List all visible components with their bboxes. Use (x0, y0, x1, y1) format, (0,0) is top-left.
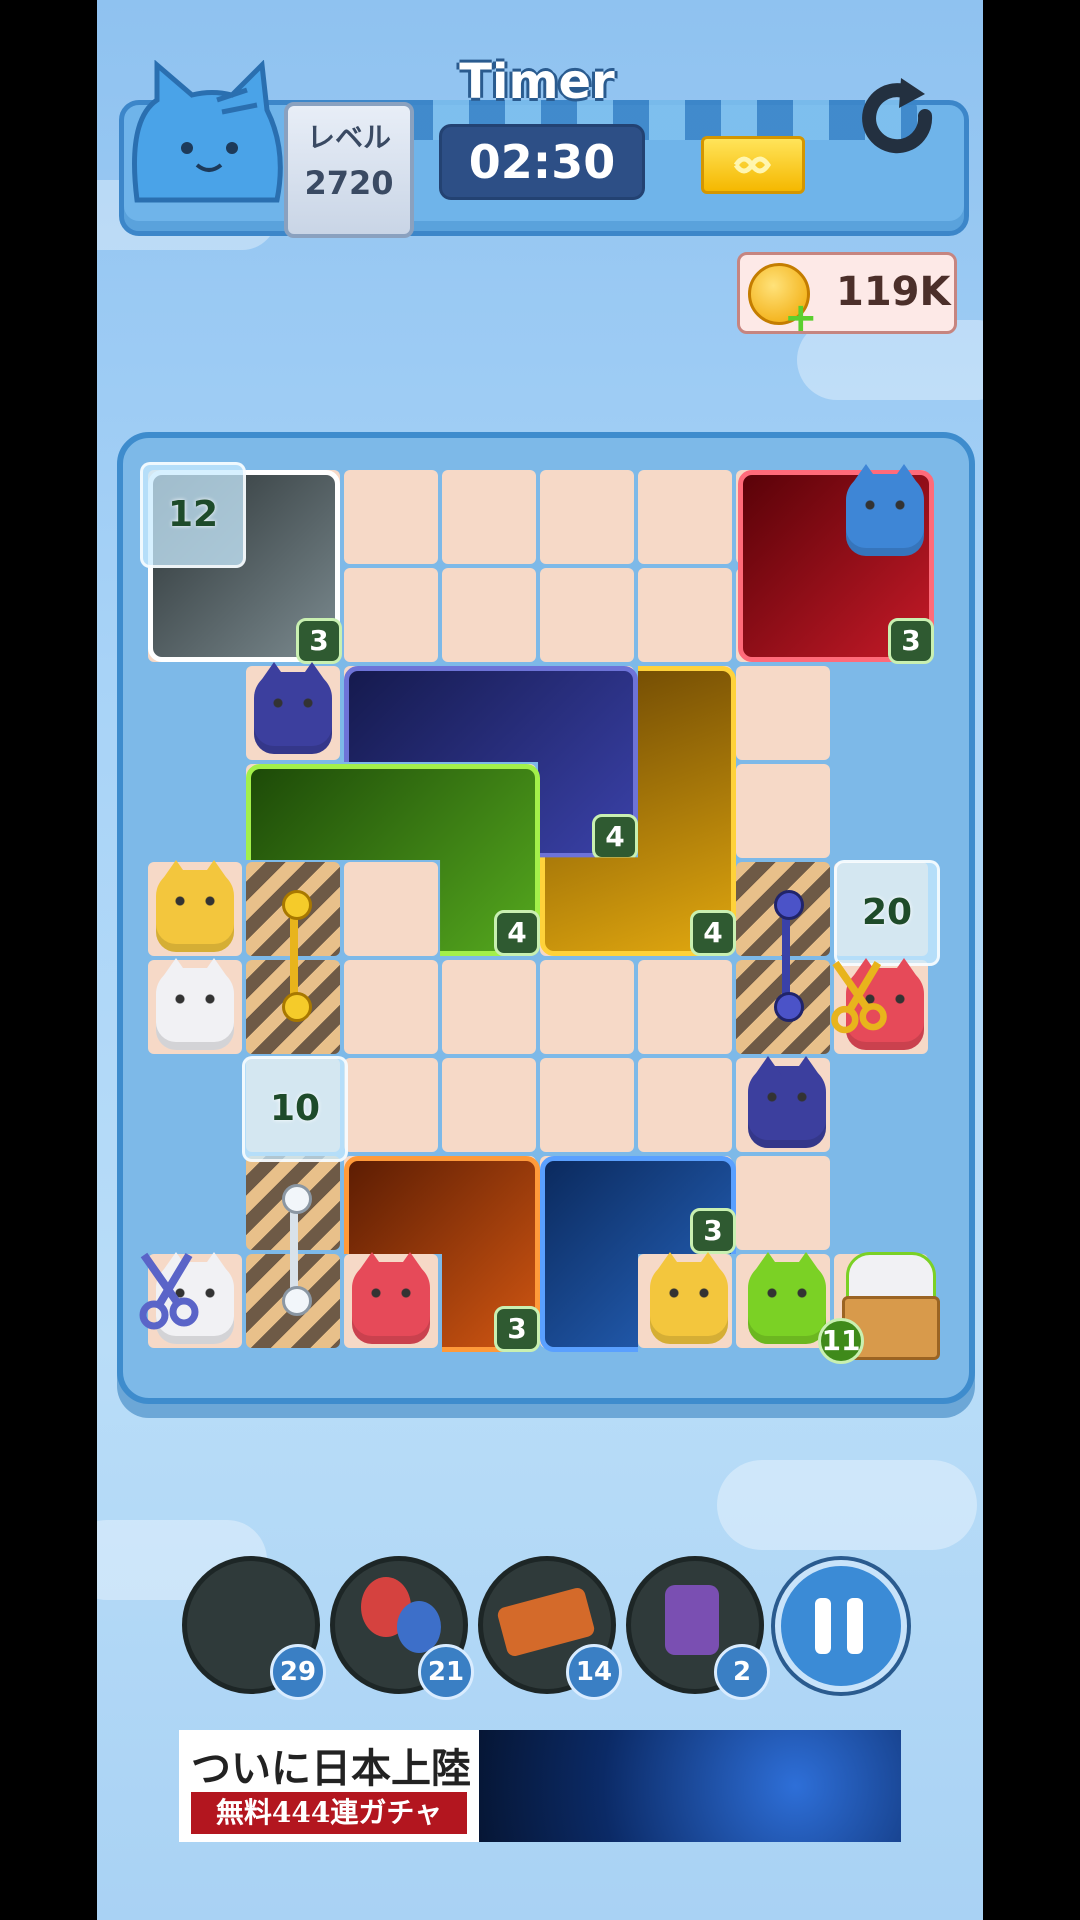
yellow-cat[interactable] (156, 860, 234, 952)
blue-cat[interactable] (846, 464, 924, 556)
grid-cell (344, 470, 438, 564)
level-indicator: レベル 2720 (284, 102, 414, 238)
grid-cell (736, 1156, 830, 1250)
cat-mascot-icon (132, 60, 283, 203)
ad-subline: 無料444連ガチャ (191, 1792, 467, 1834)
pause-icon (847, 1598, 863, 1654)
grid-cell (344, 1058, 438, 1152)
add-coins-icon[interactable]: + (784, 295, 818, 341)
pause-icon (815, 1598, 831, 1654)
grid-cell (736, 666, 830, 760)
gold-block-count: 4 (690, 910, 736, 956)
level-number: 2720 (304, 164, 394, 202)
grid-cell (540, 960, 634, 1054)
coin-balance[interactable]: + 119K (737, 252, 957, 341)
red-cat[interactable] (352, 1252, 430, 1344)
ad-banner[interactable]: ついに日本上陸 無料444連ガチャ (179, 1730, 901, 1842)
grid-cell (442, 568, 536, 662)
pause-button[interactable] (775, 1560, 907, 1692)
grid-cell (442, 470, 536, 564)
yellow-cat[interactable] (650, 1252, 728, 1344)
green-cat[interactable] (748, 1252, 826, 1344)
ad-headline: ついに日本上陸 (191, 1745, 471, 1792)
grid-cell (736, 764, 830, 858)
blue-block-count: 3 (690, 1208, 736, 1254)
gray-block-count: 3 (296, 618, 342, 664)
grid-cell (540, 470, 634, 564)
grid-cell (638, 1058, 732, 1152)
scissors-icon[interactable] (826, 958, 892, 1034)
booster-count: 2 (714, 1644, 770, 1700)
red-block-count: 3 (888, 618, 934, 664)
grid-cell (540, 1058, 634, 1152)
grid-cell (344, 568, 438, 662)
infinite-ticket-icon[interactable] (701, 136, 805, 194)
booster-count: 29 (270, 1644, 326, 1700)
orange-block-count: 3 (494, 1306, 540, 1352)
green-block-count: 4 (494, 910, 540, 956)
restart-icon[interactable] (855, 76, 941, 162)
navy-cat[interactable] (748, 1056, 826, 1148)
grid-cell (638, 568, 732, 662)
cloud (717, 1460, 977, 1550)
level-label: レベル (306, 121, 391, 154)
grid-cell (442, 960, 536, 1054)
coin-amount: 119K (836, 269, 951, 315)
countdown-timer: 02:30 (439, 124, 645, 200)
navy-block-count: 4 (592, 814, 638, 860)
booster-count: 14 (566, 1644, 622, 1700)
ice-tile: 12 (140, 462, 246, 568)
grid-cell (540, 568, 634, 662)
grid-cell (344, 862, 438, 956)
grid-cell (442, 1058, 536, 1152)
grid-cell (638, 960, 732, 1054)
ice-tile: 10 (242, 1056, 348, 1162)
white-cat[interactable] (156, 958, 234, 1050)
grid-cell (344, 960, 438, 1054)
ice-tile: 20 (834, 860, 940, 966)
grid-cell (638, 470, 732, 564)
scissors-icon[interactable] (134, 1250, 204, 1330)
ad-artwork (479, 1730, 901, 1842)
box-count: 11 (818, 1318, 864, 1364)
navy-cat[interactable] (254, 662, 332, 754)
mode-title: Timer (459, 54, 615, 110)
booster-count: 21 (418, 1644, 474, 1700)
